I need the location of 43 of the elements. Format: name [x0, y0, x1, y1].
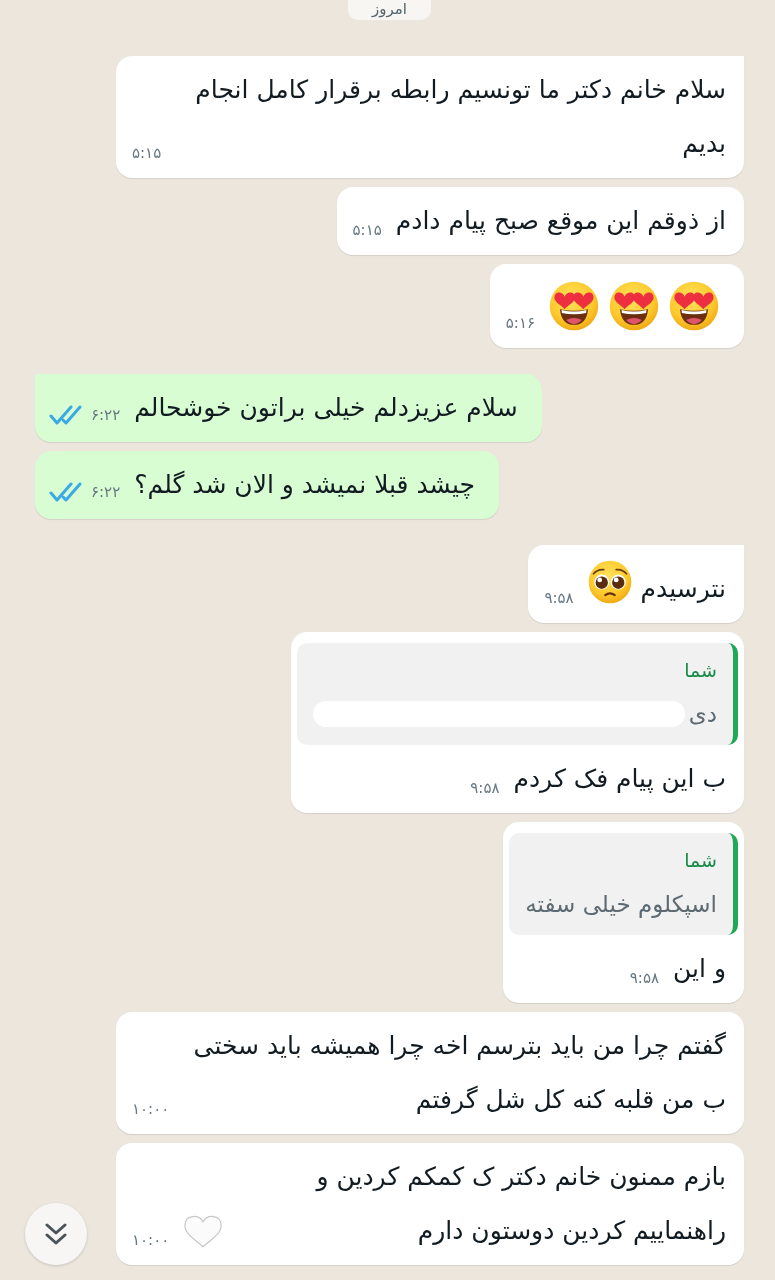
- quoted-message[interactable]: شما دی: [296, 643, 738, 745]
- message-time: ۹:۵۸: [629, 969, 660, 987]
- quote-author: شما: [684, 848, 717, 873]
- quote-text: اسپکلوم خیلی سفته: [525, 890, 717, 920]
- message-text: ب این پیام فک کردم: [513, 763, 726, 795]
- quote-text: دی: [688, 700, 717, 729]
- heart-eyes-emoji-icon: [609, 281, 659, 331]
- message-time: ۶:۲۲: [91, 406, 121, 424]
- received-message-bubble[interactable]: شما اسپکلوم خیلی سفته و این ۹:۵۸: [503, 822, 744, 1003]
- message-time: ۹:۵۸: [470, 779, 500, 797]
- received-message-bubble[interactable]: از ذوقم این موقع صبح پیام دادم ۵:۱۵: [336, 187, 744, 255]
- received-message-bubble[interactable]: ۵:۱۶: [489, 264, 744, 348]
- message-text: چیشد قبلا نمیشد و الان شد گلم؟: [134, 469, 475, 502]
- message-time: ۱۰:۰۰: [132, 1100, 170, 1118]
- received-message-bubble[interactable]: نترسیدم ۹:۵۸: [528, 545, 744, 623]
- message-time: ۵:۱۶: [505, 314, 535, 332]
- message-time: ۱۰:۰۰: [132, 1231, 170, 1249]
- message-text: و این: [673, 953, 726, 986]
- received-message-bubble[interactable]: گفتم چرا من باید بترسم اخه چرا همیشه باید سختی ب من قلبه کنه کل شل گرفتم ۱۰:۰۰: [116, 1012, 744, 1134]
- received-message-bubble[interactable]: سلام خانم دکتر ما تونسیم رابطه برقرار کامل انجام بدیم ۵:۱۵: [116, 56, 744, 178]
- heart-emoji-icon: [183, 1213, 224, 1248]
- message-text: سلام عزیزدلم خیلی براتون خوشحالم: [134, 392, 518, 424]
- message-text: بازم ممنون خانم دکتر ک کمکم کردین و راهنماییم کردین دوستون دارم: [314, 1161, 726, 1248]
- message-time: ۵:۱۵: [352, 221, 382, 239]
- quoted-message[interactable]: شما اسپکلوم خیلی سفته: [509, 833, 738, 935]
- double-chevron-down-icon: [44, 1223, 68, 1245]
- message-text: سلام خانم دکتر ما تونسیم رابطه برقرار کامل انجام بدیم: [194, 74, 726, 160]
- sent-message-bubble[interactable]: چیشد قبلا نمیشد و الان شد گلم؟ ۶:۲۲: [35, 451, 499, 519]
- date-chip: امروز: [348, 0, 431, 20]
- scroll-down-button[interactable]: [25, 1203, 87, 1265]
- heart-eyes-emoji-icon: [669, 281, 719, 331]
- received-message-bubble[interactable]: بازم ممنون خانم دکتر ک کمکم کردین و راهنماییم کردین دوستون دارم ۱۰:۰۰: [116, 1143, 744, 1265]
- message-time: ۶:۲۲: [91, 483, 121, 501]
- quote-author: شما: [684, 658, 717, 683]
- message-text: نترسیدم: [640, 573, 726, 605]
- sent-message-bubble[interactable]: سلام عزیزدلم خیلی براتون خوشحالم ۶:۲۲: [35, 374, 542, 442]
- heart-eyes-emoji-icon: [549, 281, 599, 331]
- message-time: ۹:۵۸: [544, 589, 574, 607]
- received-message-bubble[interactable]: شما دی ب این پیام فک کردم ۹:۵۸: [290, 632, 744, 813]
- pleading-face-emoji-icon: [587, 560, 632, 604]
- message-text: گفتم چرا من باید بترسم اخه چرا همیشه باید سختی ب من قلبه کنه کل شل گرفتم: [192, 1030, 726, 1116]
- message-text: از ذوقم این موقع صبح پیام دادم: [395, 205, 726, 238]
- message-time: ۵:۱۵: [132, 144, 162, 162]
